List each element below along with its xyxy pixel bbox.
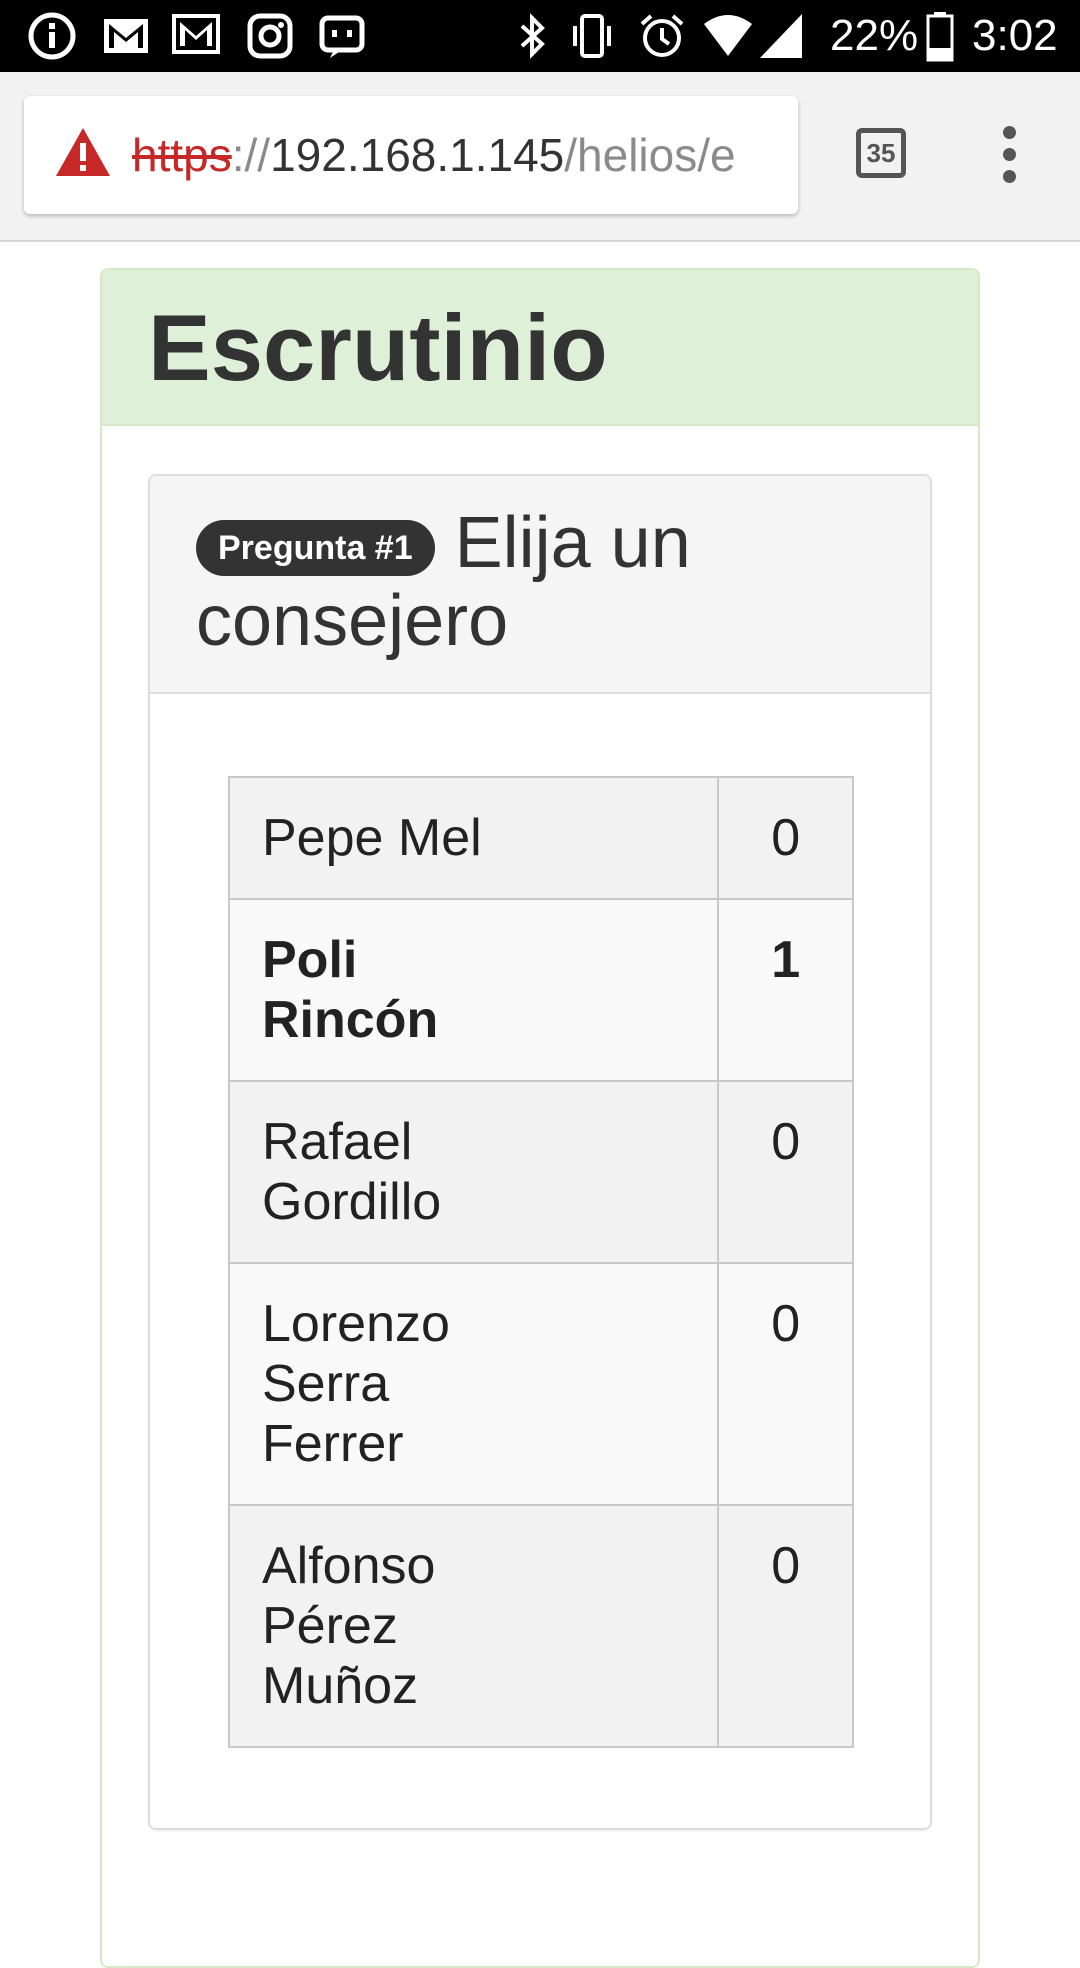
question-badge: Pregunta #1	[196, 520, 435, 576]
vote-count: 0	[717, 1262, 854, 1506]
candidate-name: Rafael Gordillo	[227, 1080, 720, 1264]
table-row: Lorenzo Serra Ferrer 0	[227, 1262, 854, 1506]
vote-count: 0	[717, 1504, 854, 1748]
address-bar[interactable]: https://192.168.1.145/helios/e	[24, 96, 798, 214]
results-table: Pepe Mel 0 Poli Rincón 1 Rafael Gordillo…	[227, 776, 854, 1748]
question-card: Pregunta #1 Elija un consejero Pepe Mel 0…	[148, 474, 932, 1830]
messenger-icon	[319, 15, 365, 58]
question-title: Pregunta #1 Elija un consejero	[196, 504, 890, 660]
page-title: Escrutinio	[148, 295, 608, 400]
battery-percent: 22%	[830, 11, 919, 60]
table-row: Alfonso Pérez Muñoz 0	[227, 1504, 854, 1748]
url-text[interactable]: https://192.168.1.145/helios/e	[132, 120, 792, 190]
info-icon	[28, 12, 76, 60]
candidate-name-text: Poli Rincón	[262, 931, 439, 1049]
wifi-icon	[704, 15, 752, 56]
vote-count: 0	[717, 776, 854, 900]
question-header: Pregunta #1 Elija un consejero	[150, 476, 930, 694]
panel-heading: Escrutinio	[102, 270, 978, 426]
clock: 3:02	[972, 11, 1058, 60]
bluetooth-icon	[520, 13, 545, 59]
candidate-name: Poli Rincón	[227, 898, 720, 1082]
gmail-icon	[104, 19, 148, 53]
instagram-icon	[247, 13, 293, 59]
url-host: 192.168.1.145	[270, 129, 565, 181]
alarm-icon	[640, 14, 684, 57]
table-row: Rafael Gordillo 0	[227, 1080, 854, 1264]
candidate-name: Lorenzo Serra Ferrer	[227, 1262, 720, 1506]
candidate-name: Pepe Mel	[227, 776, 720, 900]
signal-icon	[760, 14, 802, 58]
table-row-winner: Poli Rincón 1	[227, 898, 854, 1082]
warning-icon[interactable]	[54, 126, 112, 178]
candidate-name-text: Lorenzo Serra Ferrer	[262, 1295, 450, 1473]
vote-count: 0	[717, 1080, 854, 1264]
table-row: Pepe Mel 0	[227, 776, 854, 900]
url-path: /helios/e	[564, 129, 736, 181]
tab-switcher-button[interactable]: 35	[856, 128, 906, 178]
vibrate-icon	[573, 14, 611, 58]
candidate-name-text: Alfonso Pérez Muñoz	[262, 1537, 436, 1715]
gmail-icon	[172, 14, 220, 54]
candidate-name: Alfonso Pérez Muñoz	[227, 1504, 720, 1748]
url-scheme: https	[132, 129, 232, 181]
overflow-menu-icon[interactable]	[990, 122, 1030, 186]
vote-count: 1	[717, 898, 854, 1082]
status-bar: 22% 3:02	[0, 0, 1080, 72]
results-panel: Escrutinio Pregunta #1 Elija un consejero…	[100, 268, 980, 1968]
browser-toolbar: https://192.168.1.145/helios/e 35	[0, 72, 1080, 242]
candidate-name-text: Rafael Gordillo	[262, 1113, 442, 1231]
battery-icon	[926, 12, 954, 62]
url-separator: ://	[231, 129, 271, 181]
